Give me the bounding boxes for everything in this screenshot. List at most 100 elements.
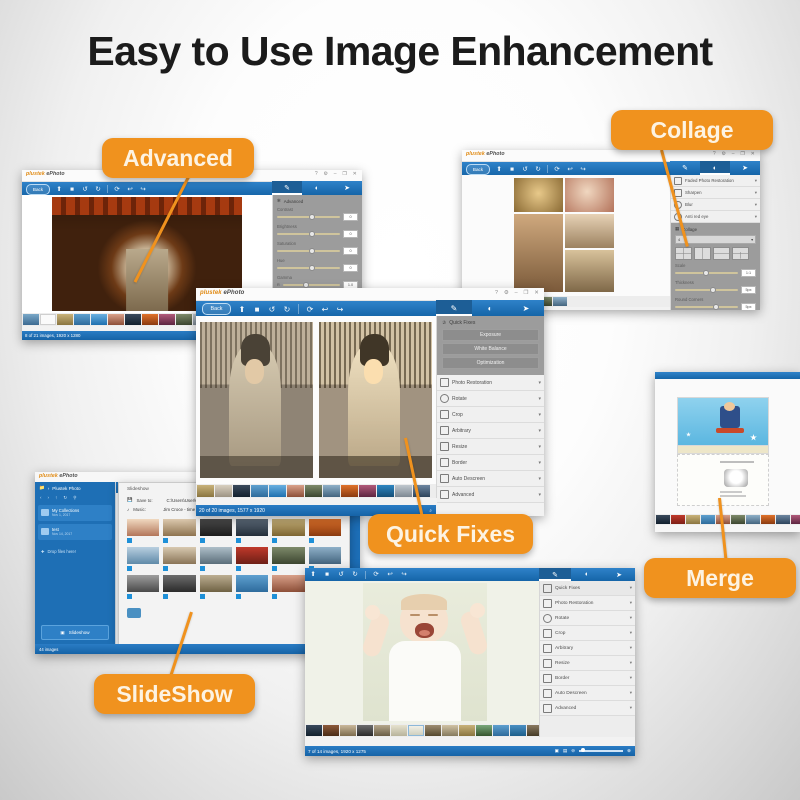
thumb-cell[interactable] — [235, 575, 269, 599]
drop-files-hint[interactable]: ✚ Drop files here! — [35, 543, 115, 560]
filmstrip-thumb[interactable] — [746, 515, 760, 524]
layout-option[interactable] — [675, 247, 692, 260]
slider-hue[interactable]: Hue 0 — [277, 258, 358, 272]
filmstrip-thumb[interactable] — [527, 725, 539, 736]
checkbox[interactable] — [199, 594, 205, 599]
row-advanced[interactable]: Advanced ▾ — [540, 701, 635, 716]
upload-icon[interactable]: ⬆ — [55, 185, 63, 194]
chevron-down-icon[interactable]: ▾ — [538, 428, 541, 434]
undo-icon[interactable]: ↩ — [126, 185, 134, 194]
exposure-button[interactable]: Exposure — [442, 329, 539, 341]
rotate-left-90-icon[interactable]: ↺ — [521, 165, 529, 174]
filmstrip[interactable] — [655, 514, 800, 525]
quick-fixes-panel[interactable]: ✰ Quick Fixes Exposure White Balance Opt… — [436, 316, 544, 503]
redo-icon[interactable]: ↪ — [579, 165, 587, 174]
trash-icon[interactable]: ■ — [323, 570, 331, 579]
baby-quick-fixes-panel[interactable]: Quick Fixes ▾ Photo Restoration ▾ Rotate… — [539, 581, 635, 737]
row-arbitrary[interactable]: Arbitrary ▾ — [540, 641, 635, 656]
row-quick-fixes[interactable]: Quick Fixes ▾ — [540, 581, 635, 596]
chevron-down-icon[interactable]: ▾ — [538, 444, 541, 450]
checkbox[interactable] — [199, 566, 205, 571]
slider-saturation[interactable]: Saturation 0 — [277, 241, 358, 255]
filmstrip-thumb[interactable] — [656, 515, 670, 524]
filmstrip-thumb[interactable] — [359, 485, 376, 497]
filmstrip-thumb[interactable] — [91, 314, 107, 325]
forward-icon[interactable]: › — [48, 495, 50, 501]
row-faded-photo-restoration[interactable]: Faded Photo Restoration ▾ — [671, 175, 760, 187]
upload-icon[interactable]: ⬆ — [495, 165, 503, 174]
row-arbitrary[interactable]: Arbitrary ▾ — [437, 423, 544, 439]
zoom-out-icon[interactable]: ⊖ — [571, 748, 575, 754]
filmstrip-thumb[interactable] — [125, 314, 141, 325]
rotate-right-90-icon[interactable]: ↻ — [534, 165, 542, 174]
badge-quick-fixes[interactable]: Quick Fixes — [368, 514, 533, 554]
checkbox[interactable] — [127, 566, 132, 571]
chevron-down-icon[interactable]: ▾ — [630, 645, 632, 651]
up-icon[interactable]: ↑ — [55, 495, 57, 501]
chevron-down-icon[interactable]: ▾ — [755, 178, 757, 184]
undo-icon[interactable]: ↩ — [566, 165, 574, 174]
slider-track[interactable] — [277, 214, 340, 221]
filmstrip-thumb[interactable] — [269, 485, 286, 497]
chevron-down-icon[interactable]: ▾ — [751, 237, 753, 242]
filmstrip-thumb[interactable] — [493, 725, 509, 736]
window-controls[interactable]: ? ⚙ – ❐ ✕ — [713, 151, 757, 157]
folder-my-collections[interactable]: My Collections Nov 1, 2017 — [38, 505, 112, 521]
thumb-cell[interactable] — [127, 519, 160, 543]
chevron-down-icon[interactable]: ▾ — [630, 585, 632, 591]
slider-thickness[interactable]: Thickness 5px — [675, 280, 756, 294]
window-collage[interactable]: plustek ePhoto ? ⚙ – ❐ ✕ Back ⬆ ■ ↺ ↻ ⟳ … — [462, 150, 760, 310]
filmstrip-thumb[interactable] — [391, 725, 407, 736]
rotate-left-90-icon[interactable]: ↺ — [337, 570, 345, 579]
slider-value[interactable]: 0 — [343, 230, 358, 238]
filmstrip-thumb[interactable] — [305, 485, 322, 497]
layout-option[interactable] — [732, 247, 749, 260]
thumb-cell[interactable] — [163, 519, 196, 543]
optimization-button[interactable]: Optimization — [442, 357, 539, 369]
filmstrip-thumb[interactable] — [159, 314, 175, 325]
fit-icon[interactable]: ▣ — [555, 748, 559, 754]
chevron-down-icon[interactable]: ▾ — [630, 600, 632, 606]
filmstrip-thumb[interactable] — [323, 485, 340, 497]
row-resize[interactable]: Resize ▾ — [437, 439, 544, 455]
filmstrip-thumb[interactable] — [377, 485, 394, 497]
chevron-down-icon[interactable]: ▾ — [630, 675, 632, 681]
back-icon[interactable]: ‹ — [40, 495, 42, 501]
zoom-icon[interactable]: ⌕ — [429, 508, 436, 513]
slider-track[interactable] — [277, 231, 340, 238]
collage-layout-options[interactable] — [675, 247, 756, 260]
filmstrip-thumb[interactable] — [442, 725, 458, 736]
trash-icon[interactable]: ■ — [253, 305, 261, 314]
filmstrip-thumb[interactable] — [357, 725, 373, 736]
row-border[interactable]: Border ▾ — [437, 455, 544, 471]
filmstrip-thumb[interactable] — [23, 314, 39, 325]
checkbox[interactable] — [127, 538, 132, 543]
thumb-cell[interactable] — [163, 575, 196, 599]
slider-track[interactable] — [675, 287, 738, 294]
slider-scale[interactable]: Scale 1:1 — [675, 263, 756, 277]
window-baby-quick-fixes[interactable]: ⬆ ■ ↺ ↻ ⟳ ↩ ↪ ✎ ◐ ➤ Quick Fixes ▾ Photo … — [305, 568, 635, 756]
thumb-cell[interactable] — [272, 519, 305, 543]
chevron-down-icon[interactable]: ▾ — [755, 190, 757, 196]
slider-round-corners[interactable]: Round Corners 5px — [675, 297, 756, 310]
tab-effects[interactable]: ◐ — [472, 300, 508, 316]
filmstrip-thumb[interactable] — [323, 725, 339, 736]
sidebar-nav[interactable]: ‹ › ↑ ↻ ⚲ — [35, 494, 115, 502]
slider-contrast[interactable]: Contrast 0 — [277, 207, 358, 221]
checkbox[interactable] — [163, 594, 169, 599]
checkbox[interactable] — [272, 538, 278, 543]
chevron-down-icon[interactable]: ▾ — [755, 202, 757, 208]
filmstrip-thumb[interactable] — [57, 314, 73, 325]
checkbox[interactable] — [308, 538, 314, 543]
row-photo-restoration[interactable]: Photo Restoration ▾ — [437, 375, 544, 391]
slider-brightness[interactable]: Brightness 0 — [277, 224, 358, 238]
slider-value[interactable]: 5px — [741, 286, 756, 294]
redo-icon[interactable]: ↪ — [400, 570, 408, 579]
filmstrip-thumb[interactable] — [776, 515, 790, 524]
grid-icon[interactable]: ▤ — [563, 748, 567, 754]
tab-effects[interactable]: ◐ — [700, 161, 730, 175]
checkbox[interactable] — [235, 538, 241, 543]
filmstrip-thumb[interactable] — [425, 725, 441, 736]
row-auto-descreen[interactable]: Auto Descreen ▾ — [540, 686, 635, 701]
trash-icon[interactable]: ■ — [508, 165, 516, 174]
